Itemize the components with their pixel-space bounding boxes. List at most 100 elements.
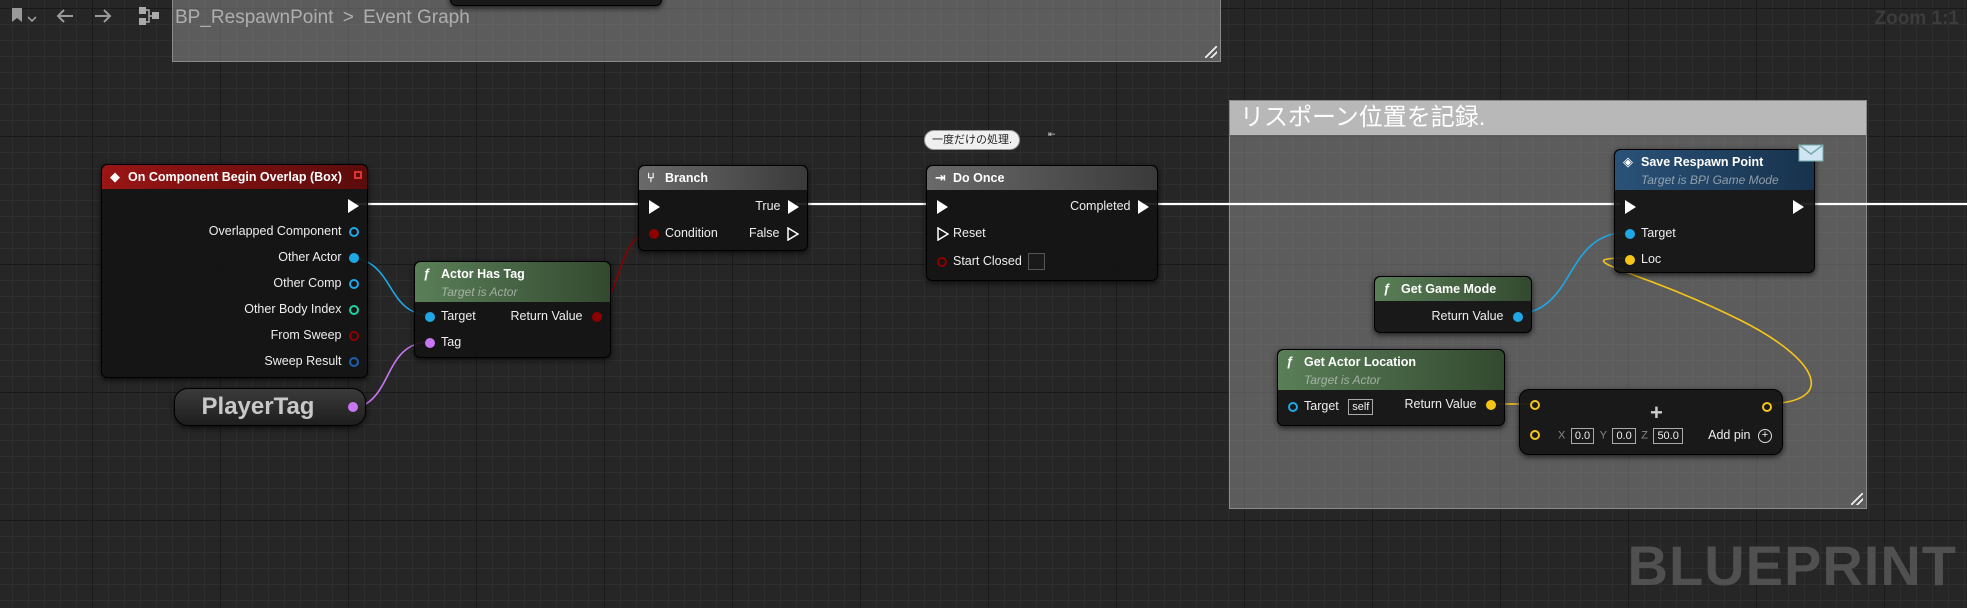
object-pin-icon	[1288, 401, 1298, 412]
exec-pin-icon	[1793, 199, 1804, 214]
delegate-pin-icon[interactable]	[354, 171, 362, 179]
add-pin-button[interactable]: Add pin +	[1708, 427, 1772, 443]
function-icon: ƒ	[1383, 281, 1391, 296]
exec-in-pin[interactable]	[937, 198, 948, 214]
interface-icon: ◈	[1623, 154, 1633, 169]
object-pin-icon	[349, 278, 359, 289]
node-title: Get Game Mode	[1401, 282, 1497, 296]
pin-other-actor[interactable]: Other Actor	[278, 249, 359, 265]
pin-reset[interactable]: Reset	[937, 225, 986, 241]
node-header: ƒ Get Actor Location Target is Actor	[1278, 350, 1504, 390]
function-node-get-actor-location[interactable]: ƒ Get Actor Location Target is Actor Tar…	[1277, 349, 1505, 426]
object-pin-icon	[349, 252, 359, 263]
bool-pin-icon	[649, 228, 659, 239]
pin-label: Target	[1304, 399, 1339, 413]
graph-canvas[interactable]: BP_RespawnPoint > Event Graph Zoom 1:1 リ…	[0, 0, 1967, 608]
operator-node-vector-add[interactable]: + X 0.0 Y 0.0 Z 50.0 Add pin +	[1519, 389, 1783, 455]
pin-label: Loc	[1641, 252, 1662, 266]
pin-label: Sweep Result	[264, 354, 342, 368]
node-header: ƒ Get Game Mode	[1375, 277, 1531, 301]
y-value-field[interactable]: 0.0	[1612, 427, 1636, 444]
flow-node-branch[interactable]: ⑂ Branch Condition True False	[638, 165, 808, 251]
pin-sweep-result[interactable]: Sweep Result	[264, 353, 359, 369]
do-once-icon: ⇥	[935, 170, 946, 185]
pin-loc[interactable]: Loc	[1625, 251, 1661, 267]
pin-other-body-index[interactable]: Other Body Index	[244, 301, 359, 317]
exec-pin-icon	[1138, 199, 1149, 214]
struct-pin-icon	[349, 356, 359, 367]
pin-condition[interactable]: Condition	[649, 225, 718, 241]
flow-node-do-once[interactable]: ⇥ Do Once Reset Start Closed Completed	[926, 165, 1158, 281]
exec-pin-icon	[788, 199, 799, 214]
pin-start-closed[interactable]: Start Closed	[937, 253, 1045, 271]
pin-target[interactable]: Target	[1625, 225, 1676, 241]
pin-overlapped-component[interactable]: Overlapped Component	[209, 223, 359, 239]
node-subtitle: Target is BPI Game Mode	[1641, 173, 1779, 187]
add-operator-icon: +	[1650, 400, 1663, 425]
message-envelope-icon	[1798, 140, 1824, 167]
bool-pin-icon	[937, 256, 947, 267]
target-default-value[interactable]: self	[1348, 398, 1374, 415]
function-node-save-respawn-point[interactable]: ◈ Save Respawn Point Target is BPI Game …	[1614, 144, 1824, 273]
pin-label: Completed	[1070, 199, 1131, 213]
vector-pin-icon	[1625, 254, 1635, 265]
vector-wire	[1603, 257, 1812, 405]
exec-out-pin[interactable]	[1793, 198, 1804, 214]
pin-return-value[interactable]: Return Value	[1404, 396, 1496, 412]
function-node-actor-has-tag[interactable]: ƒ Actor Has Tag Target is Actor Target T…	[414, 261, 611, 358]
node-title: Do Once	[953, 171, 1005, 185]
pin-from-sweep[interactable]: From Sweep	[271, 327, 359, 343]
vector-pin-icon	[1486, 399, 1496, 410]
name-pin-icon	[425, 337, 435, 348]
pin-return-value[interactable]: Return Value	[510, 308, 602, 324]
pin-target[interactable]: Target self	[1288, 398, 1375, 415]
vector-out-pin[interactable]	[1762, 402, 1772, 412]
pin-label: Overlapped Component	[208, 224, 342, 238]
pin-label: From Sweep	[270, 328, 342, 342]
pin-other-comp[interactable]: Other Comp	[273, 275, 359, 291]
int-pin-icon	[349, 304, 359, 315]
pin-label: Other Body Index	[244, 302, 342, 316]
pin-completed[interactable]: Completed	[1070, 198, 1149, 214]
bool-pin-icon	[592, 311, 602, 322]
vector-in-pin-b[interactable]	[1530, 430, 1540, 440]
pin-false[interactable]: False	[749, 225, 799, 241]
pin-return-value[interactable]: Return Value	[1431, 308, 1523, 324]
z-value-field[interactable]: 50.0	[1653, 427, 1683, 444]
vector-in-pin-a[interactable]	[1530, 400, 1540, 410]
event-node-begin-overlap[interactable]: ◆ On Component Begin Overlap (Box) Overl…	[101, 164, 368, 378]
exec-in-pin[interactable]	[649, 198, 660, 214]
pin-true[interactable]: True	[755, 198, 799, 214]
node-header: ⑂ Branch	[639, 166, 807, 190]
pin-tag[interactable]: Tag	[425, 334, 461, 350]
exec-pin-icon	[937, 199, 948, 214]
pin-label: Target	[441, 309, 476, 323]
exec-pin-icon	[937, 226, 949, 241]
node-title: Get Actor Location	[1304, 355, 1417, 369]
pin-label: Return Value	[1431, 309, 1504, 323]
function-icon: ƒ	[1286, 354, 1294, 369]
y-label: Y	[1599, 429, 1607, 442]
variable-label: PlayerTag	[201, 393, 315, 420]
pin-comment-icon[interactable]: ⇤	[1048, 129, 1056, 140]
variable-node-player-tag[interactable]: PlayerTag	[174, 388, 366, 426]
pin-label: True	[755, 199, 781, 213]
node-header: ◈ Save Respawn Point Target is BPI Game …	[1615, 150, 1814, 190]
exec-pin-icon	[649, 199, 660, 214]
node-header: ◆ On Component Begin Overlap (Box)	[102, 165, 367, 189]
node-title: On Component Begin Overlap (Box)	[128, 170, 342, 184]
exec-out-pin[interactable]	[348, 197, 359, 213]
pin-target[interactable]: Target	[425, 308, 476, 324]
object-pin-icon	[349, 226, 359, 237]
start-closed-checkbox[interactable]	[1027, 253, 1045, 271]
name-pin-icon[interactable]	[348, 402, 358, 412]
exec-pin-icon	[787, 226, 799, 241]
node-subtitle: Target is Actor	[441, 285, 518, 299]
exec-in-pin[interactable]	[1625, 198, 1636, 214]
node-comment-bubble[interactable]: 一度だけの処理.	[924, 130, 1021, 150]
function-node-get-game-mode[interactable]: ƒ Get Game Mode Return Value	[1374, 276, 1532, 333]
object-pin-icon	[425, 311, 435, 322]
x-value-field[interactable]: 0.0	[1570, 427, 1595, 444]
vector-value-fields: X 0.0 Y 0.0 Z 50.0	[1558, 427, 1685, 444]
bool-pin-icon	[349, 330, 359, 341]
